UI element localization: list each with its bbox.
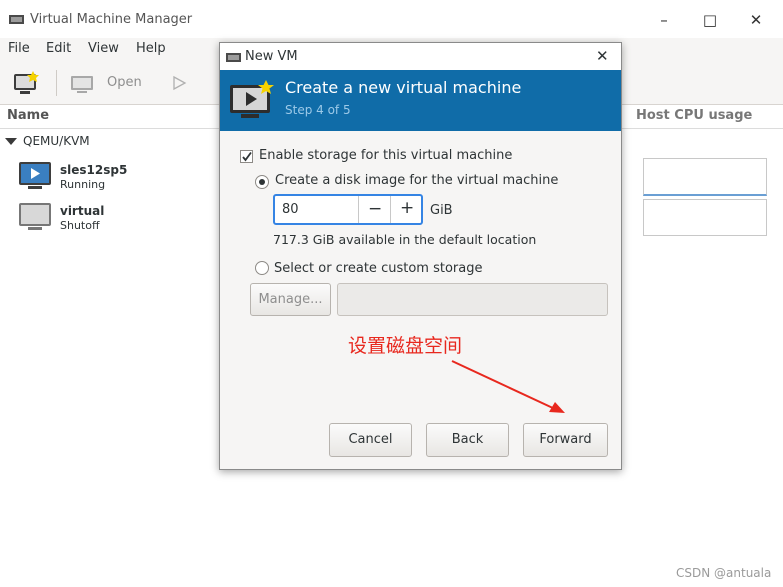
new-vm-icon [14,71,39,94]
cpu-usage-graph [643,158,767,196]
cancel-button[interactable]: Cancel [329,423,412,457]
menu-view[interactable]: View [88,41,119,56]
increment-button[interactable]: + [400,198,414,218]
minimize-button[interactable]: – [654,10,674,30]
vm-row[interactable]: virtual Shutoff [18,202,218,232]
back-button[interactable]: Back [426,423,509,457]
dialog-close-button[interactable]: ✕ [596,47,609,65]
custom-storage-label[interactable]: Select or create custom storage [274,261,482,276]
spin-divider [390,196,391,223]
enable-storage-label[interactable]: Enable storage for this virtual machine [259,148,512,163]
wizard-title: Create a new virtual machine [285,78,522,97]
vm-name: virtual [60,204,105,218]
annotation-text: 设置磁盘空间 [348,335,463,357]
decrement-button[interactable]: − [368,199,382,219]
toolbar-separator [56,70,57,96]
spin-divider [358,196,359,223]
open-button[interactable]: Open [107,75,142,90]
custom-path-input[interactable] [337,283,608,316]
menu-file[interactable]: File [8,41,30,56]
expand-icon[interactable] [5,138,17,146]
disk-size-input[interactable]: 80 [282,202,299,217]
title-bar: Virtual Machine Manager – □ ✕ [0,0,783,38]
create-disk-radio[interactable] [255,175,269,189]
name-column-header[interactable]: Name [7,108,49,123]
size-unit: GiB [430,203,453,218]
vm-running-icon [19,162,51,189]
vm-name: sles12sp5 [60,163,128,177]
dialog-title-bar: New VM ✕ [220,43,621,70]
close-button[interactable]: ✕ [746,10,766,30]
vm-status: Running [60,178,106,191]
disk-size-spinbox[interactable]: 80 − + [273,194,423,225]
cpu-usage-graph [643,199,767,236]
new-vm-icon [230,80,274,118]
new-vm-button[interactable] [12,70,40,96]
wizard-step: Step 4 of 5 [285,103,351,117]
checkmark-icon [242,151,252,162]
manage-button[interactable]: Manage... [250,283,331,316]
maximize-button[interactable]: □ [700,10,720,30]
new-vm-dialog: New VM ✕ Create a new virtual machine St… [219,42,622,470]
vm-status: Shutoff [60,219,100,232]
app-icon [9,15,24,24]
app-icon [226,53,241,62]
create-disk-label[interactable]: Create a disk image for the virtual mach… [275,173,558,188]
menu-edit[interactable]: Edit [46,41,71,56]
available-space: 717.3 GiB available in the default locat… [273,232,537,247]
menu-help[interactable]: Help [136,41,166,56]
forward-button[interactable]: Forward [523,423,608,457]
dialog-header: Create a new virtual machine Step 4 of 5 [220,70,621,131]
open-icon [71,76,93,93]
dialog-title: New VM [245,49,298,64]
connection-label[interactable]: QEMU/KVM [23,134,90,148]
custom-storage-radio[interactable] [255,261,269,275]
window-title: Virtual Machine Manager [30,12,193,27]
cpu-column-header[interactable]: Host CPU usage [636,108,752,123]
watermark: CSDN @antuala [676,566,772,580]
annotation-arrow-icon [451,360,565,413]
enable-storage-checkbox[interactable] [240,150,253,163]
vm-shutoff-icon [19,203,51,230]
run-icon[interactable] [171,75,187,91]
vm-row[interactable]: sles12sp5 Running [18,161,218,191]
